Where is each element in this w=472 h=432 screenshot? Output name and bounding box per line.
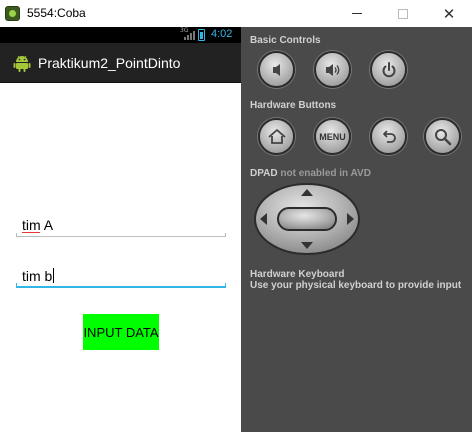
back-icon [382, 129, 396, 143]
home-icon [267, 128, 286, 144]
search-icon [434, 128, 451, 145]
power-button[interactable] [370, 51, 407, 88]
close-button[interactable]: ✕ [426, 0, 472, 27]
team-b-input[interactable]: tim b [16, 266, 226, 288]
window-title-bar: 5554:Coba ✕ [0, 0, 472, 27]
hardware-keyboard-description: Use your physical keyboard to provide in… [250, 280, 462, 291]
volume-down-icon [272, 63, 280, 76]
search-button[interactable] [424, 118, 461, 155]
app-title: Praktikum2_PointDinto [38, 55, 181, 71]
back-button[interactable] [370, 118, 407, 155]
close-icon: ✕ [442, 4, 456, 23]
status-bar: 3G 4:02 [0, 27, 241, 43]
dpad-title: DPAD not enabled in AVD [250, 168, 371, 179]
menu-button[interactable]: MENU [314, 118, 351, 155]
team-b-input-value: tim b [22, 268, 53, 284]
spellcheck-underline [22, 232, 40, 233]
minimize-button[interactable] [334, 0, 380, 27]
minimize-icon [352, 13, 362, 14]
menu-button-label: MENU [319, 131, 346, 142]
hardware-keyboard-title: Hardware Keyboard [250, 269, 345, 280]
team-a-input-underline [16, 233, 226, 237]
hardware-buttons-title: Hardware Buttons [250, 100, 337, 111]
android-icon [13, 55, 31, 72]
signal-icon [180, 30, 195, 40]
text-caret [53, 268, 55, 283]
home-button[interactable] [258, 118, 295, 155]
input-data-button[interactable]: INPUT DATA [83, 314, 159, 350]
dpad-center-button [277, 207, 337, 231]
device-screen: 3G 4:02 Praktikum2_PointDinto tim A tim … [0, 27, 241, 432]
volume-up-button[interactable] [314, 51, 351, 88]
team-a-input-value: tim A [22, 217, 54, 233]
window-title: 5554:Coba [27, 6, 86, 20]
action-bar: Praktikum2_PointDinto [0, 43, 241, 83]
dpad-control[interactable] [254, 183, 361, 255]
battery-icon [198, 29, 205, 41]
volume-up-icon [325, 63, 339, 76]
maximize-button[interactable] [380, 0, 426, 27]
maximize-icon [398, 8, 408, 19]
emulator-control-panel: Basic Controls Hardware Buttons MENU DPA… [241, 27, 472, 432]
volume-down-button[interactable] [258, 51, 295, 88]
status-clock: 4:02 [211, 28, 233, 40]
power-icon [382, 61, 395, 77]
emulator-app-icon [5, 6, 20, 21]
basic-controls-title: Basic Controls [250, 35, 321, 46]
team-a-input[interactable]: tim A [16, 215, 226, 237]
team-b-input-underline [16, 283, 226, 288]
